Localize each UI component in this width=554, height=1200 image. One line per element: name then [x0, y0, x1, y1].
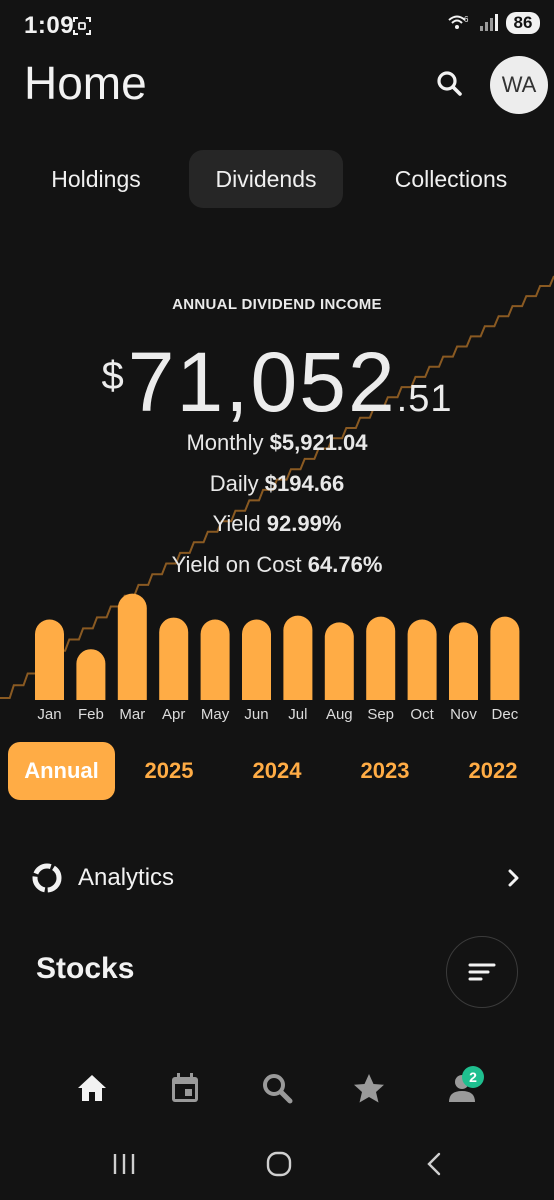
recent-apps-button[interactable]: [104, 1148, 144, 1180]
screenshot-icon: [73, 17, 91, 35]
month-axis: Jan Feb Mar Apr May Jun Jul Aug Sep Oct Nov Dec: [0, 706, 554, 728]
nav-favorites[interactable]: [347, 1066, 391, 1110]
month-label-jan: Jan: [37, 706, 62, 723]
month-label-dec: Dec: [491, 706, 519, 723]
year-chip-2023[interactable]: 2023: [340, 742, 430, 800]
nav-home[interactable]: [70, 1066, 114, 1110]
amount-whole: 71,052: [127, 335, 397, 429]
home-circle-icon: [266, 1151, 292, 1177]
daily-label: Daily: [209, 471, 259, 496]
nav-calendar[interactable]: [163, 1066, 207, 1110]
month-label-nov: Nov: [450, 706, 477, 723]
bar-apr[interactable]: [159, 617, 189, 700]
currency-symbol: $: [101, 354, 124, 398]
home-system-button[interactable]: [259, 1148, 299, 1180]
back-icon: [427, 1152, 441, 1176]
month-label-jul: Jul: [288, 706, 308, 723]
home-icon: [78, 1075, 106, 1101]
notification-badge: 2: [462, 1066, 484, 1088]
avatar[interactable]: WA: [490, 56, 548, 114]
bar-feb[interactable]: [76, 649, 106, 700]
star-icon: [354, 1074, 384, 1103]
recent-apps-icon: [113, 1154, 135, 1174]
calendar-icon: [172, 1073, 198, 1102]
battery-indicator: 86: [506, 12, 540, 34]
monthly-dividend-chart: [35, 593, 520, 701]
annual-income-amount: $71,052.51: [0, 334, 554, 431]
monthly-label: Monthly: [186, 430, 264, 455]
donut-chart-icon: [32, 863, 62, 893]
tab-holdings[interactable]: Holdings: [28, 150, 164, 208]
year-chip-annual[interactable]: Annual: [8, 742, 115, 800]
yield-label: Yield: [212, 511, 261, 536]
signal-icon: [480, 14, 498, 31]
status-icons: 6 86: [448, 12, 540, 34]
sort-button[interactable]: [446, 936, 518, 1008]
search-icon: [263, 1074, 293, 1104]
monthly-value: $5,921.04: [269, 430, 368, 455]
bar-aug[interactable]: [324, 622, 354, 700]
month-label-sep: Sep: [367, 706, 395, 723]
svg-text:6: 6: [464, 15, 469, 24]
month-label-jun: Jun: [244, 706, 269, 723]
bar-mar[interactable]: [117, 593, 147, 700]
year-chip-2024[interactable]: 2024: [232, 742, 322, 800]
month-label-aug: Aug: [325, 706, 353, 723]
year-chip-2025[interactable]: 2025: [124, 742, 214, 800]
bar-may[interactable]: [200, 619, 230, 701]
month-label-apr: Apr: [162, 706, 186, 723]
yield-stat: Yield 92.99%: [0, 511, 554, 537]
status-time: 1:09: [24, 12, 75, 39]
page-title: Home: [24, 57, 147, 109]
month-label-feb: Feb: [77, 706, 104, 723]
annual-income-heading: ANNUAL DIVIDEND INCOME: [172, 296, 382, 313]
tab-dividends[interactable]: Dividends: [189, 150, 343, 208]
bar-oct[interactable]: [407, 619, 437, 701]
amount-cents: .51: [396, 378, 453, 420]
year-chip-2022[interactable]: 2022: [448, 742, 538, 800]
yield-value: 92.99%: [266, 511, 342, 536]
bar-jan[interactable]: [35, 619, 64, 701]
bar-jul[interactable]: [283, 615, 313, 700]
nav-search[interactable]: [255, 1066, 299, 1110]
month-label-oct: Oct: [410, 706, 434, 723]
stocks-title: Stocks: [36, 952, 135, 985]
chevron-right-icon: [508, 869, 519, 887]
daily-value: $194.66: [264, 471, 345, 496]
back-button[interactable]: [414, 1148, 454, 1180]
bar-sep[interactable]: [366, 616, 396, 700]
yield-on-cost-label: Yield on Cost: [171, 552, 302, 577]
bar-jun[interactable]: [242, 619, 271, 701]
yield-on-cost-value: 64.76%: [307, 552, 383, 577]
sort-icon: [468, 963, 496, 981]
analytics-row[interactable]: Analytics: [30, 856, 524, 900]
search-icon[interactable]: [432, 66, 468, 102]
bar-dec[interactable]: [490, 616, 520, 700]
tab-collections[interactable]: Collections: [372, 150, 530, 208]
month-label-mar: Mar: [119, 706, 146, 723]
year-filter-row: Annual 2025 2024 2023 2022: [0, 742, 554, 800]
bar-nov[interactable]: [449, 622, 478, 700]
monthly-stat: Monthly $5,921.04: [0, 430, 554, 456]
month-label-may: May: [200, 706, 230, 723]
daily-stat: Daily $194.66: [0, 471, 554, 497]
yield-on-cost-stat: Yield on Cost 64.76%: [0, 552, 554, 578]
wifi-icon: 6: [448, 15, 469, 29]
analytics-label: Analytics: [78, 864, 175, 891]
